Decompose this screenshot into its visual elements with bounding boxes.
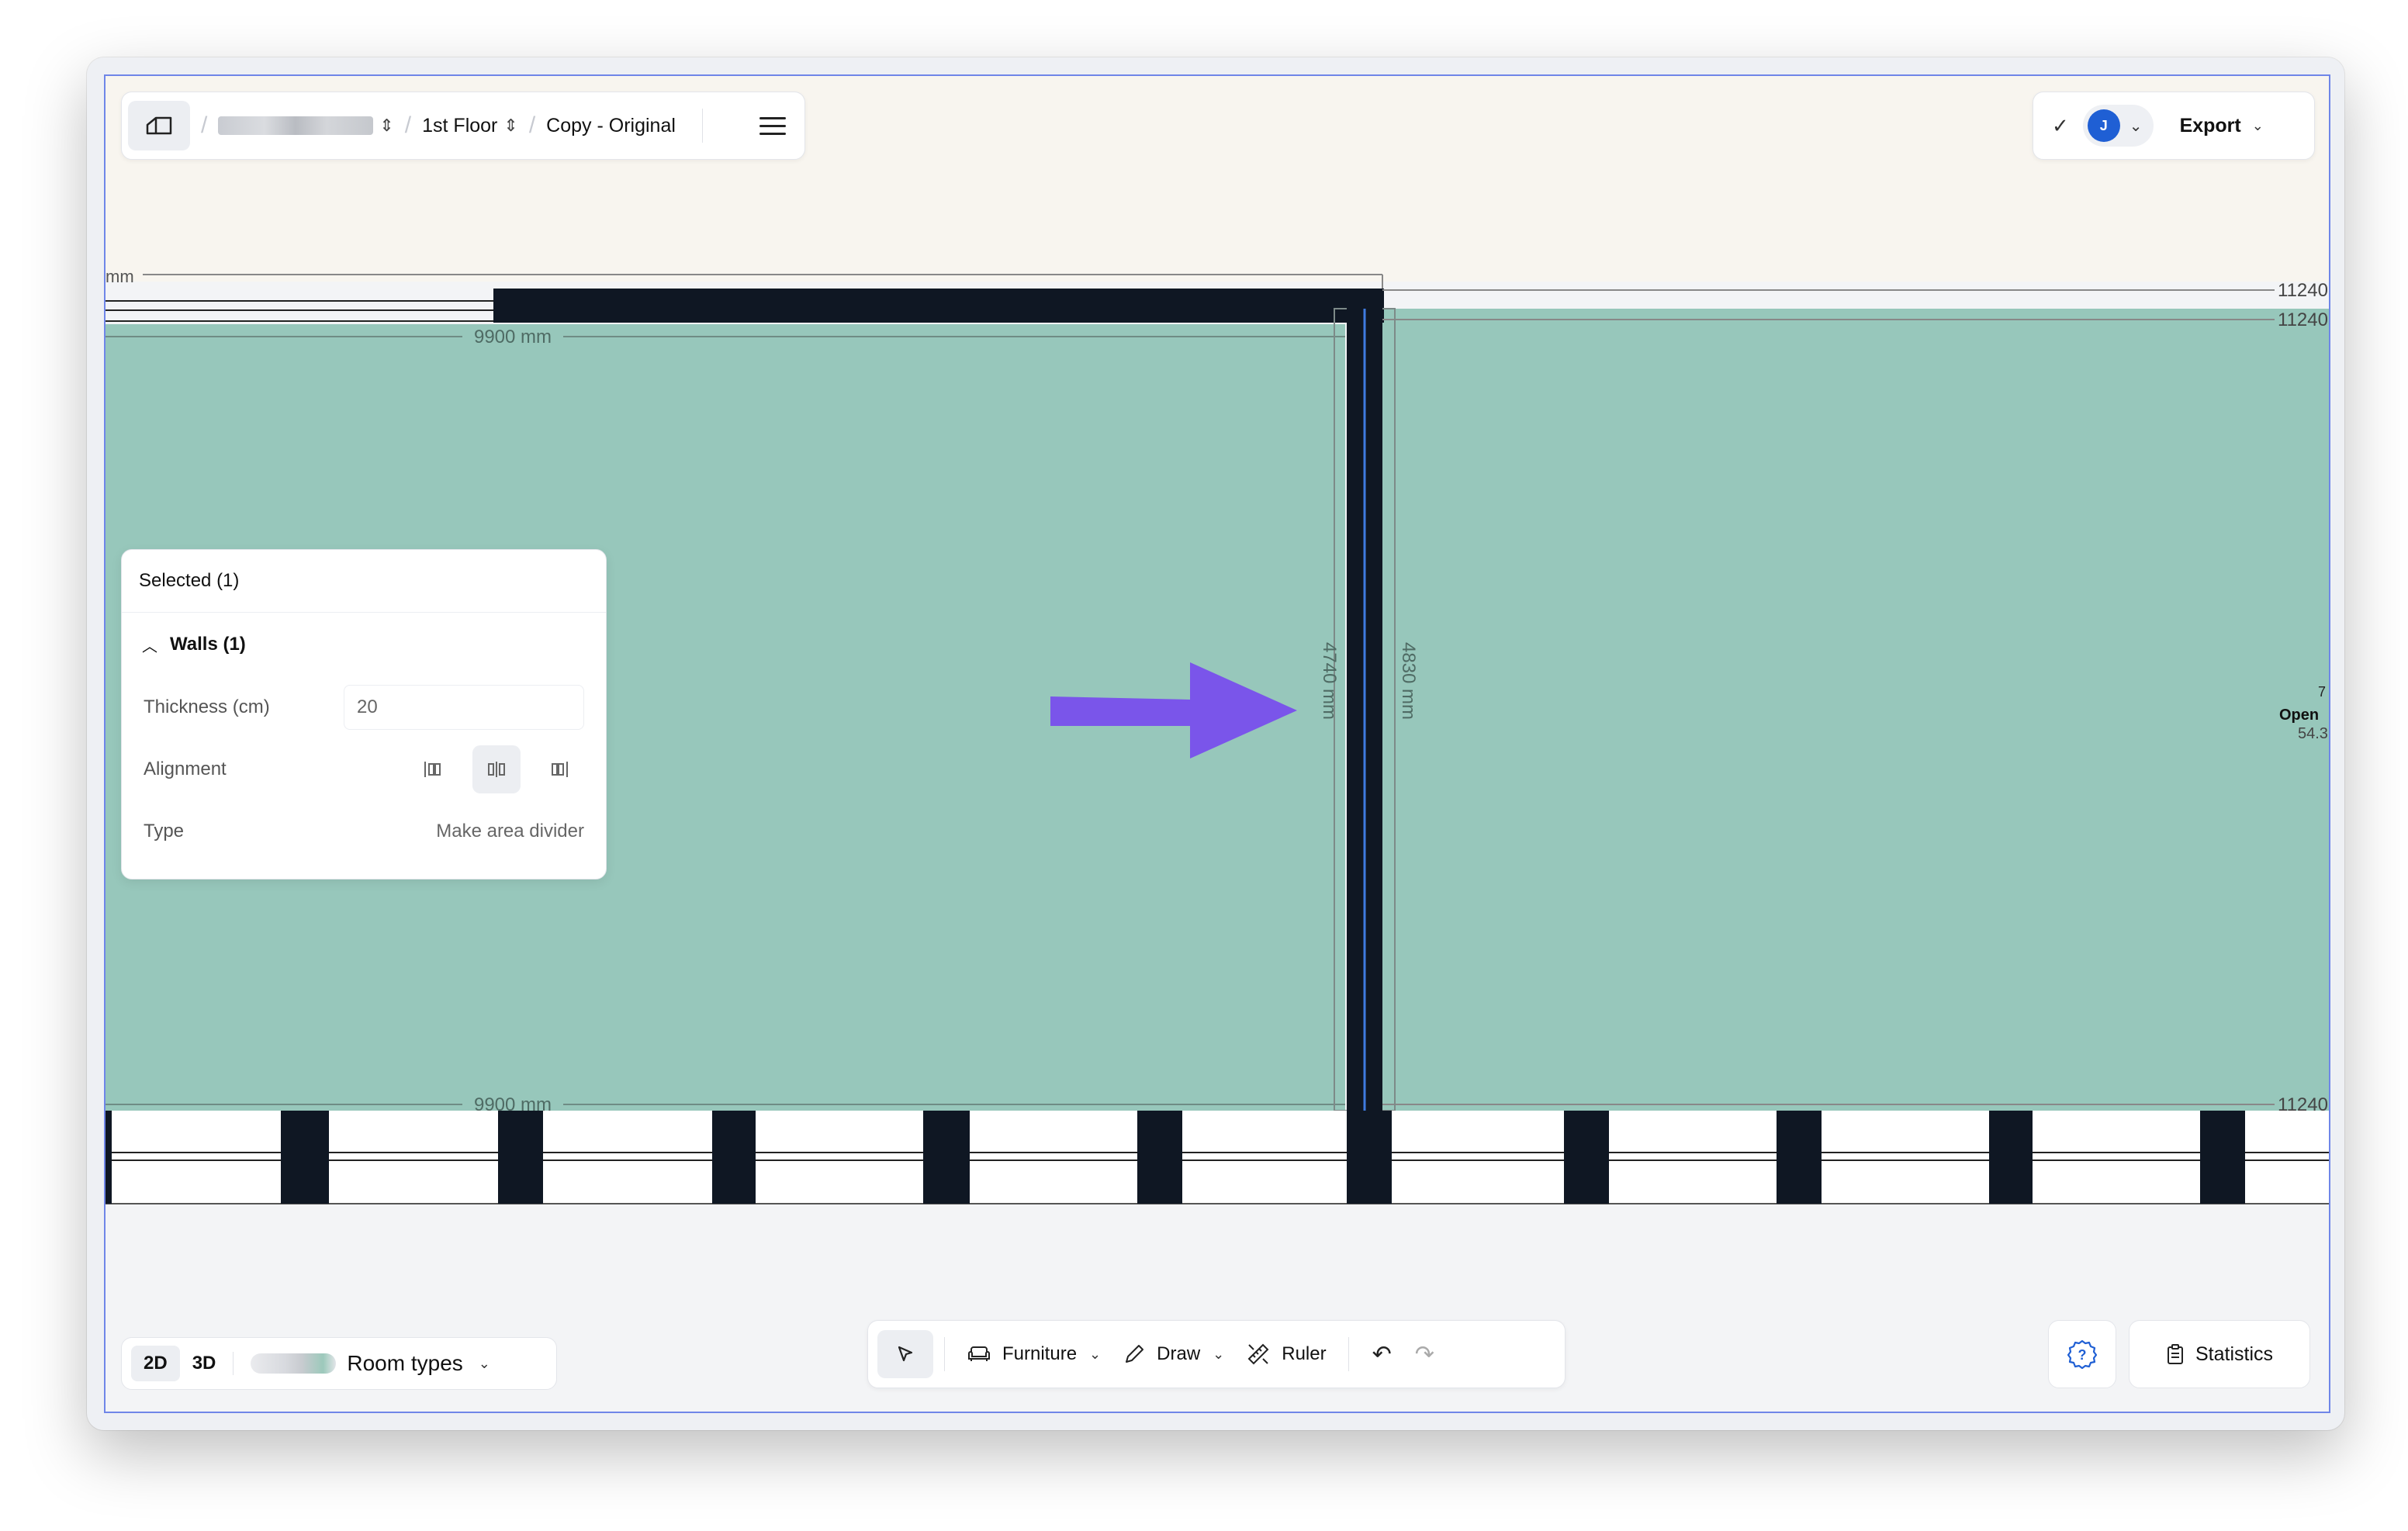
cursor-arrow-icon [898,1346,913,1362]
chevron-down-icon: ⌄ [1089,1346,1102,1362]
walls-group-label: Walls (1) [170,634,246,655]
select-tool-button[interactable] [877,1330,933,1378]
view-controls: 2D 3D Room types ⌄ [121,1337,557,1390]
chevron-down-icon: ⌄ [2129,117,2143,135]
floor-selector[interactable]: 1st Floor [422,115,497,137]
mode-3d-button[interactable]: 3D [180,1346,229,1381]
breadcrumb-separator: / [528,112,536,138]
dim-wall-left: 4740 mm [1319,642,1340,720]
align-center-button[interactable] [472,745,521,793]
help-button[interactable]: ? [2048,1320,2116,1388]
saved-check-icon: ✓ [2052,113,2069,137]
thickness-label: Thickness (cm) [144,696,270,717]
breadcrumb-separator: / [404,112,412,138]
project-switch-icon[interactable]: ⇕ [379,116,393,136]
statistics-button[interactable]: Statistics [2129,1320,2310,1388]
breadcrumb-separator: / [201,112,208,138]
user-menu[interactable]: J ⌄ [2082,105,2154,147]
draw-label: Draw [1157,1343,1201,1364]
redo-icon[interactable]: ↷ [1415,1341,1434,1368]
type-label: Type [144,821,185,842]
type-row: Type Make area divider [122,800,606,862]
ruler-label: Ruler [1282,1343,1327,1364]
align-left-icon [424,762,441,777]
home-button[interactable] [128,101,190,150]
alignment-options [393,745,584,793]
thickness-input[interactable]: 20 [344,685,584,730]
wall-top[interactable] [493,289,1384,323]
version-selector[interactable]: Copy - Original [546,115,676,137]
alignment-label: Alignment [144,759,227,779]
draw-tool-button[interactable]: Draw ⌄ [1123,1343,1224,1366]
floor-switch-icon[interactable]: ⇕ [503,116,517,136]
room-label-extra: 7 [2318,684,2326,700]
divider [944,1337,945,1371]
dim-right-label-2: 11240 [2278,309,2328,330]
unit-fragment: mm [106,267,134,286]
hamburger-menu-icon[interactable] [759,112,786,140]
statistics-label: Statistics [2195,1343,2274,1365]
floorplan-app: mm 9900 mm 9900 mm 11240 11240 11240 7 O… [104,74,2330,1413]
avatar: J [2087,109,2120,142]
window-strip [106,1111,2329,1204]
room-label-area: 54.3 [2298,725,2328,742]
chevron-down-icon: ⌄ [1213,1346,1225,1362]
align-right-icon [552,762,568,777]
help-icon: ? [2067,1339,2098,1370]
thickness-row: Thickness (cm) 20 [122,676,606,738]
make-area-divider-button[interactable]: Make area divider [436,821,584,842]
undo-icon[interactable]: ↶ [1372,1341,1392,1368]
chevron-down-icon[interactable]: ⌄ [479,1356,490,1372]
align-right-button[interactable] [536,745,584,793]
divider [1348,1337,1349,1371]
breadcrumb-bar: / ⇕ / 1st Floor ⇕ / Copy - Original [121,92,805,160]
chevron-down-icon: ⌄ [2251,117,2264,133]
mode-2d-button[interactable]: 2D [131,1346,180,1381]
sofa-icon [967,1344,991,1364]
export-label: Export [2179,114,2241,137]
export-button[interactable]: Export ⌄ [2180,115,2264,137]
furniture-label: Furniture [1002,1343,1078,1364]
room-types-swatch [251,1353,337,1374]
selection-panel: Selected (1) ︿ Walls (1) Thickness (cm) … [121,549,607,880]
divider [701,109,703,143]
ruler-tool-button[interactable]: Ruler [1246,1342,1327,1367]
tools-toolbar: Furniture ⌄ Draw ⌄ Ruler ↶ ↷ [867,1320,1566,1388]
topbar-actions: ✓ J ⌄ Export ⌄ [2033,92,2315,160]
thickness-value: 20 [357,696,378,717]
alignment-row: Alignment [122,738,606,800]
divider [233,1352,234,1375]
align-left-button[interactable] [409,745,457,793]
svg-text:?: ? [2078,1347,2087,1363]
room-right-floor[interactable] [1376,309,2329,1111]
app-window: mm 9900 mm 9900 mm 11240 11240 11240 7 O… [87,57,2344,1430]
house-icon [146,116,172,135]
ruler-icon [1246,1342,1271,1367]
room-types-toggle[interactable]: Room types [347,1351,462,1376]
align-center-icon [488,762,505,777]
panel-title: Selected (1) [122,550,606,613]
project-name-redacted[interactable] [218,116,374,135]
walls-group-toggle[interactable]: ︿ Walls (1) [122,613,606,676]
chevron-up-icon: ︿ [142,638,157,655]
room-label-name: Open [2279,707,2319,724]
dim-wall-right: 4830 mm [1398,642,1419,720]
dim-right-label-1: 11240 [2278,280,2328,301]
furniture-tool-button[interactable]: Furniture ⌄ [967,1343,1101,1365]
dim-label-top: 9900 mm [474,327,552,347]
clipboard-icon [2166,1343,2185,1365]
pencil-icon [1123,1343,1146,1366]
